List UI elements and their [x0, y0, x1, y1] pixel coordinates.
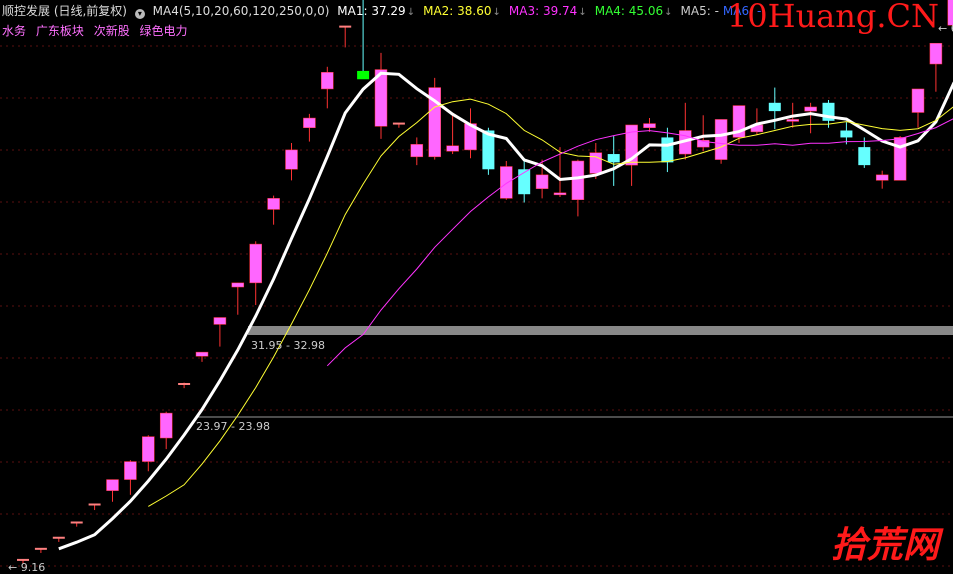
price-range-label: 31.95 - 32.98	[251, 339, 325, 352]
candle	[696, 115, 710, 152]
settings-icon[interactable]: ▾	[134, 9, 145, 19]
price-range-label: 23.97 - 23.98	[196, 420, 270, 433]
candle	[911, 88, 925, 128]
candle	[518, 158, 531, 203]
candle	[52, 536, 65, 542]
ma1-line	[58, 71, 953, 551]
candlestick-chart: 31.95 - 32.98 23.97 - 23.98 ← 9.16 ← 6	[0, 0, 953, 574]
watermark-logo: 10Huang.CN	[726, 0, 939, 35]
stock-title: 顺控发展 (日线,前复权)	[2, 4, 127, 18]
ma2-line	[148, 98, 953, 507]
ma-value-3: MA3: 39.74↓	[508, 4, 587, 18]
candle	[804, 102, 817, 134]
candle	[231, 282, 245, 315]
candle	[893, 136, 907, 181]
candle	[410, 137, 424, 166]
tag-list: 水务 广东板块 次新股 绿色电力	[2, 22, 194, 39]
candle	[679, 102, 692, 160]
candle	[464, 108, 477, 159]
candle	[142, 435, 155, 472]
ma-value-1: MA1: 37.29↓	[337, 4, 416, 18]
candle	[750, 108, 764, 135]
candle	[88, 503, 101, 511]
watermark-logo-bottom: 拾荒网	[830, 524, 939, 566]
candle	[195, 351, 209, 362]
candles	[17, 0, 953, 565]
chart-header: 顺控发展 (日线,前复权) ▾ MA4(5,10,20,60,120,250,0…	[2, 2, 769, 19]
tag-item[interactable]: 绿色电力	[140, 24, 188, 38]
candle	[392, 122, 405, 128]
candle	[339, 25, 352, 48]
candle	[321, 66, 334, 109]
ma-value-5: MA5: -	[680, 4, 719, 18]
candle	[428, 77, 441, 160]
tag-item[interactable]: 广东板块	[36, 24, 84, 38]
candle	[714, 119, 728, 164]
high-price-label: ← 6	[938, 22, 953, 35]
candle	[70, 521, 83, 527]
candle	[661, 127, 674, 173]
ma-values: MA1: 37.29↓ MA2: 38.60↓ MA3: 39.74↓ MA4: 45…	[337, 4, 765, 18]
resistance-band	[248, 326, 953, 335]
candle	[124, 460, 137, 495]
ma-value-4: MA4: 45.06↓	[594, 4, 673, 18]
candle	[607, 136, 620, 186]
candle	[303, 113, 316, 142]
low-price-label: ← 9.16	[8, 561, 45, 574]
tag-item[interactable]: 次新股	[94, 24, 130, 38]
candle	[159, 411, 173, 450]
candle	[643, 118, 656, 132]
arrow-down-icon: ↓	[578, 7, 587, 18]
arrow-down-icon: ↓	[664, 7, 673, 18]
ma-value-2: MA2: 38.60↓	[423, 4, 501, 18]
candle	[875, 170, 889, 189]
candle	[571, 159, 585, 217]
candle	[768, 87, 781, 130]
ma-params: MA4(5,10,20,60,120,250,0,0)	[152, 4, 330, 18]
candle	[929, 42, 943, 92]
arrow-down-icon: ↓	[492, 7, 501, 18]
candle	[213, 317, 227, 347]
candle	[446, 115, 459, 155]
candle	[34, 547, 47, 553]
candle	[249, 241, 262, 306]
candle	[840, 122, 853, 145]
candle	[285, 142, 298, 181]
arrow-down-icon: ↓	[406, 7, 416, 18]
tag-item[interactable]: 水务	[2, 24, 26, 38]
candle	[267, 195, 280, 225]
candle	[178, 382, 191, 389]
candle	[106, 479, 119, 502]
candle	[374, 52, 388, 139]
